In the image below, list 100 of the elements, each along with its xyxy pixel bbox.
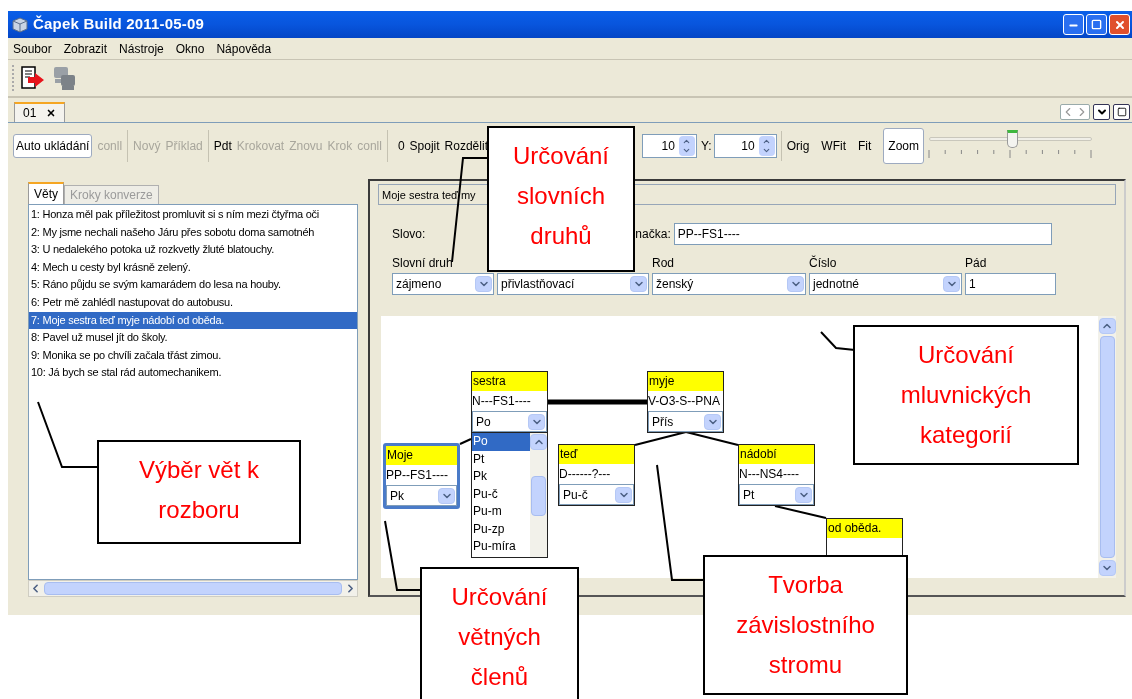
view-button[interactable]: WFit [821,137,846,155]
category-select[interactable]: ženský [652,273,806,295]
increment-icon [762,137,772,146]
panel-tab[interactable]: Věty [28,182,64,204]
close-icon[interactable] [46,108,57,118]
dropdown-button[interactable] [795,486,812,503]
number-spinner[interactable]: 10 [641,134,697,158]
restore-button[interactable] [1086,14,1107,35]
dropdown-option[interactable]: Pt [472,450,530,468]
tree-node[interactable]: sestra N---FS1---- Po [471,371,548,433]
dropdown-button[interactable] [787,276,804,292]
category-select[interactable]: přivlastňovací [497,273,649,295]
tab-list-button[interactable] [1093,104,1110,120]
dropdown-button[interactable] [704,413,721,430]
function-select[interactable]: Pt [739,484,814,505]
increment-icon [682,137,692,146]
node-word: od oběda. [827,519,902,538]
close-button[interactable] [1109,14,1130,35]
function-select[interactable]: Po [472,411,547,432]
tree-node[interactable]: nádobí N---NS4---- Pt [738,444,815,506]
dropdown-button[interactable] [1098,560,1116,576]
menu-item[interactable]: Zobrazit [63,39,108,58]
toolbar-button[interactable]: Spojit [409,137,440,155]
scroll-up-button[interactable] [1098,318,1116,334]
decrement-icon [682,146,692,155]
slider-thumb[interactable] [1007,130,1019,148]
computers-icon[interactable] [52,65,78,91]
close-icon [1113,18,1126,31]
field-label: Slovní druh [392,255,454,272]
node-word: sestra [472,372,547,391]
dropdown-button[interactable] [475,276,492,292]
maximize-button[interactable] [1113,104,1130,120]
category-select[interactable]: jednotné [809,273,962,295]
document-arrow-icon[interactable] [20,65,46,91]
maximize-icon [1116,107,1127,117]
sentence-item[interactable]: 3: U nedalekého potoka už rozkvetly žluté blatouchy. [29,241,357,259]
node-tag: PP--FS1---- [386,465,457,485]
toolbar-button[interactable]: Pdt [213,137,232,155]
sentence-item[interactable]: 8: Pavel už musel jít do školy. [29,329,357,347]
menu-item[interactable]: Okno [175,39,205,58]
sentence-item[interactable]: 2: My jsme nechali našeho Járu přes sobotu doma samotnéh [29,223,357,242]
function-select[interactable]: Pk [386,485,457,506]
dropdown-option[interactable]: Pu-č [472,485,530,503]
field-label: Pád [965,255,988,272]
sentence-item[interactable]: 9: Monika se po chvíli začala třást zimou. [29,346,357,365]
view-button[interactable]: Fit [858,137,872,155]
dropdown-option[interactable]: Pu-míra [472,538,530,556]
category-select[interactable]: zájmeno [392,273,494,295]
node-word: teď [559,445,634,464]
sentence-item[interactable]: 7: Moje sestra teď myje nádobí od oběda. [29,311,357,330]
node-tag: N---FS1---- [472,391,547,411]
number-spinner[interactable]: 10 [713,134,777,158]
tag-label: načka: [635,226,671,243]
menu-item[interactable]: Nápověda [216,39,272,58]
tree-node[interactable]: teď D------?--- Pu-č [558,444,635,506]
node-word: myje [648,372,723,391]
view-button[interactable]: Zoom [883,128,924,164]
sentence-item[interactable]: 1: Honza měl pak příležitost promluvit si s ním mezi čtyřma oči [29,206,357,224]
callout-text: Výběr vět k rozboru [137,455,260,525]
sentence-item[interactable]: 6: Petr mě zahlédl nastupovat do autobusu. [29,293,357,312]
minimize-button[interactable] [1063,14,1084,35]
toolbar-button[interactable]: 0 [397,137,405,155]
callout-text: Určování větných členů [450,582,549,692]
dropdown-button[interactable] [615,486,632,503]
vertical-scrollbar[interactable] [1098,316,1116,578]
node-tag: D------?--- [559,464,634,484]
callout-text: Určování mluvnických kategorií [899,340,1033,450]
tag-field[interactable]: PP--FS1---- [673,223,1052,245]
document-tab[interactable]: 01 [14,102,66,122]
tree-edge [459,438,472,445]
scroll-up-button[interactable] [530,434,547,450]
sentence-item[interactable]: 4: Mech u cesty byl krásně zelený. [29,258,357,277]
sentence-item[interactable]: 5: Ráno půjdu se svým kamarádem do lesa na houby. [29,276,357,294]
dropdown-option[interactable]: Pk [472,468,530,486]
menu-item[interactable]: Soubor [13,39,52,58]
dropdown-button[interactable] [528,413,545,430]
node-tag: N---NS4---- [739,464,814,484]
dropdown-option[interactable]: Pu-m [472,503,530,521]
function-select[interactable]: Přís [648,411,723,432]
horizontal-scrollbar[interactable] [28,580,358,597]
node-word: Moje [386,446,457,465]
case-field[interactable]: 1 [965,273,1056,295]
decrement-icon [762,146,772,155]
auto-save-button[interactable]: Auto ukládání [13,134,93,158]
tree-edge [774,505,827,519]
function-select[interactable]: Pu-č [559,484,634,505]
sentence-item[interactable]: 10: Já bych se stal rád automechanikem. [29,364,357,382]
dropdown-button[interactable] [630,276,647,292]
vertical-scrollbar[interactable] [530,433,547,557]
view-button[interactable]: Orig [786,137,810,155]
tree-node[interactable]: myje V-O3-S--PNA Přís [647,371,724,433]
dropdown-option[interactable]: Pu-zp [472,520,530,538]
dropdown-option[interactable]: Po [472,433,530,451]
node-tag: V-O3-S--PNA [648,391,723,411]
dropdown-button[interactable] [438,487,455,504]
tree-node[interactable]: Moje PP--FS1---- Pk [383,443,460,509]
dropdown-button[interactable] [943,276,960,292]
word-label: Slovo: [392,226,426,243]
toolbar-button[interactable]: Rozdělit [444,137,488,155]
menu-item[interactable]: Nástroje [119,39,164,58]
